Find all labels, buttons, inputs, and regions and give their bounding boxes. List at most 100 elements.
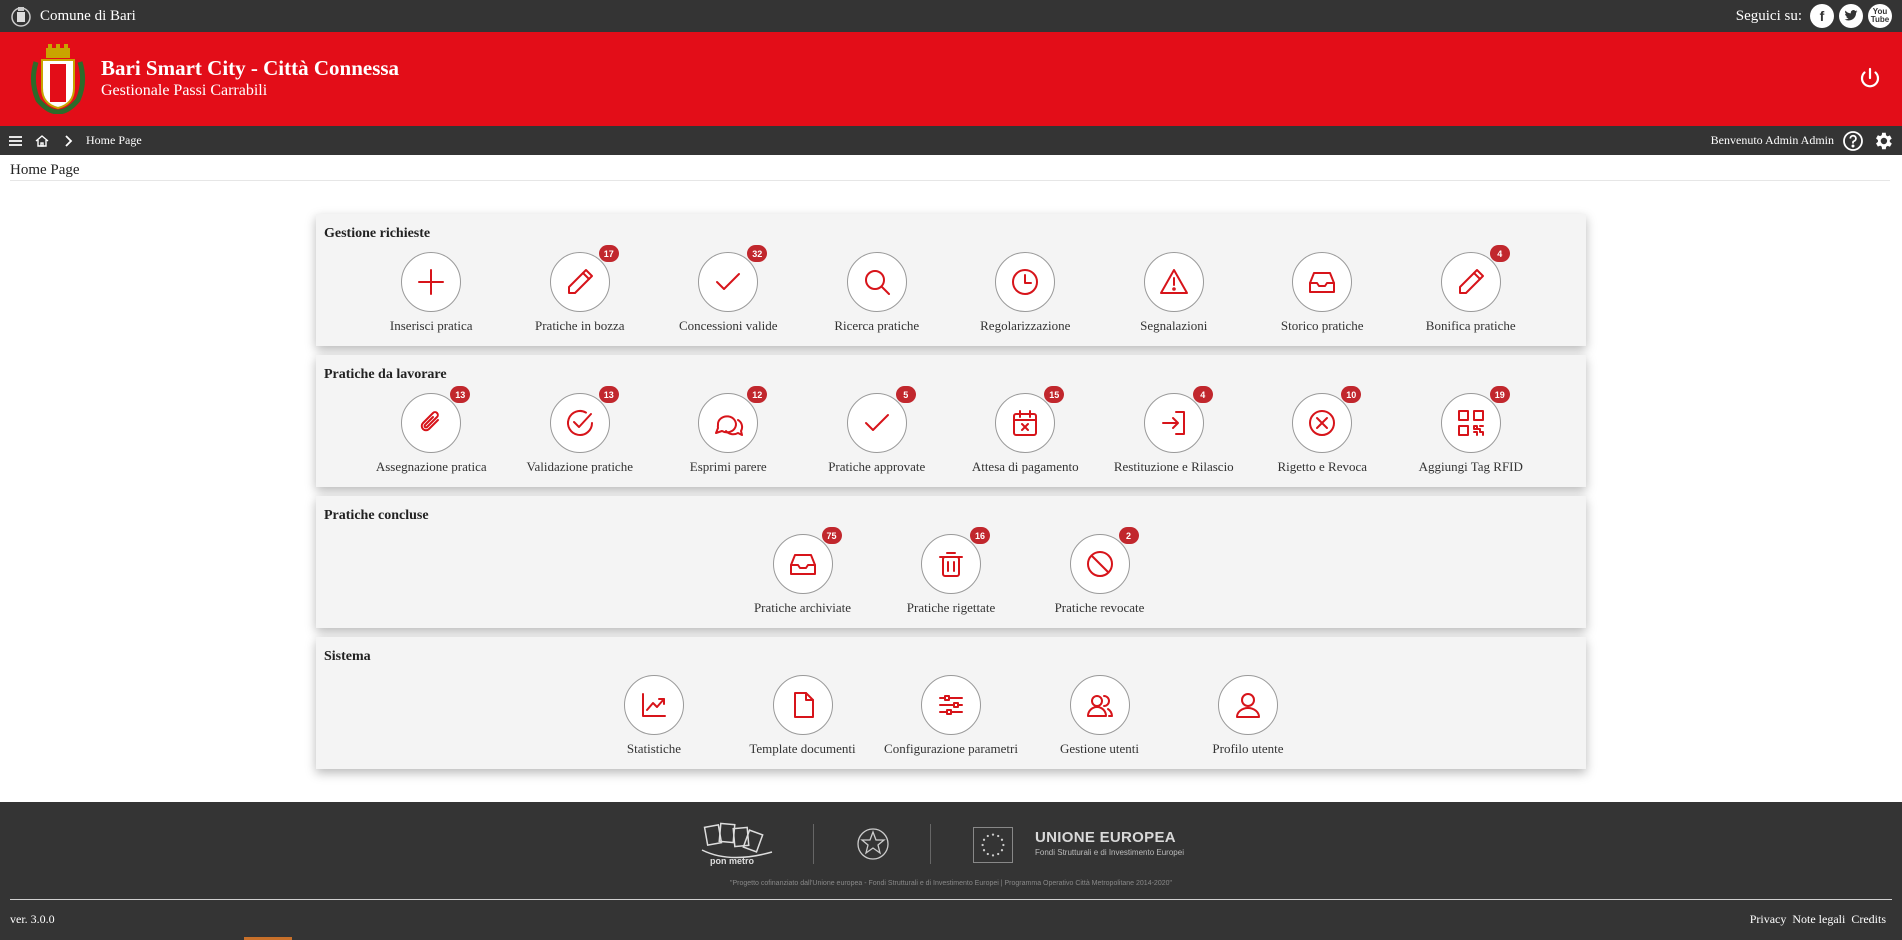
plus-icon <box>418 269 445 295</box>
tile-gestione-utenti[interactable]: Gestione utenti <box>1025 675 1174 757</box>
count-badge: 13 <box>450 386 471 403</box>
tile-button[interactable] <box>1218 675 1278 735</box>
app-title: Bari Smart City - Città Connessa <box>101 56 400 80</box>
tile-regolarizzazione[interactable]: Regolarizzazione <box>951 252 1100 334</box>
tile-button[interactable]: 75 <box>772 527 842 594</box>
breadcrumb-current[interactable]: Home Page <box>86 133 142 148</box>
tile-pratiche-in-bozza[interactable]: 17 Pratiche in bozza <box>506 245 655 334</box>
count-badge: 75 <box>821 527 842 544</box>
count-badge: 13 <box>598 386 619 403</box>
search-icon <box>864 270 890 295</box>
tile-profilo-utente[interactable]: Profilo utente <box>1174 675 1323 757</box>
tile-validazione-pratiche[interactable]: 13 Validazione pratiche <box>506 386 655 475</box>
tile-button[interactable]: 16 <box>921 527 990 594</box>
tile-button[interactable] <box>772 675 833 735</box>
tile-button[interactable]: 10 <box>1292 386 1362 453</box>
clock-icon <box>1012 269 1039 295</box>
tile-button[interactable]: 5 <box>846 386 916 453</box>
tile-attesa-di-pagamento[interactable]: 15 Attesa di pagamento <box>951 386 1100 475</box>
tile-label: Ricerca pratiche <box>834 318 920 333</box>
tile-bonifica-pratiche[interactable]: 4 Bonifica pratiche <box>1397 245 1546 334</box>
chat-icon <box>715 415 744 436</box>
count-badge: 17 <box>598 245 619 262</box>
tile-label: Pratiche revocate <box>1054 600 1145 615</box>
eu-subtitle: Fondi Strutturali e di Investimento Euro… <box>1035 848 1184 857</box>
tile-button[interactable]: 4 <box>1440 245 1510 312</box>
tile-button[interactable]: 13 <box>549 386 619 453</box>
menu-icon[interactable] <box>8 133 24 149</box>
tile-button[interactable] <box>401 252 462 312</box>
tile-esprimi-parere[interactable]: 12 Esprimi parere <box>654 386 803 475</box>
inbox-icon <box>1309 272 1336 293</box>
page-title: Home Page <box>10 162 80 178</box>
city-crest-icon <box>11 7 31 27</box>
tile-storico-pratiche[interactable]: Storico pratiche <box>1248 252 1397 334</box>
section-sistema: Sistema Statistiche Template documenti Con… <box>316 637 1586 769</box>
italian-republic-emblem[interactable] <box>855 826 891 862</box>
tile-button[interactable] <box>1143 252 1204 312</box>
tile-rigetto-e-revoca[interactable]: 10 Rigetto e Revoca <box>1248 386 1397 475</box>
eu-flag-icon[interactable] <box>973 827 1013 863</box>
count-badge: 10 <box>1341 386 1362 403</box>
count-badge: 4 <box>1489 245 1510 262</box>
tile-label: Validazione pratiche <box>526 459 633 474</box>
tile-button[interactable] <box>1292 252 1353 312</box>
tile-button[interactable]: 17 <box>549 245 619 312</box>
tile-button[interactable]: 19 <box>1440 386 1510 453</box>
tile-segnalazioni[interactable]: Segnalazioni <box>1100 252 1249 334</box>
home-icon[interactable] <box>34 133 50 149</box>
tile-label: Gestione utenti <box>1059 741 1140 756</box>
tile-button[interactable]: 32 <box>698 245 768 312</box>
tile-concessioni-valide[interactable]: 32 Concessioni valide <box>654 245 803 334</box>
municipality-brand[interactable]: Comune di Bari <box>10 4 136 28</box>
tile-pratiche-approvate[interactable]: 5 Pratiche approvate <box>803 386 952 475</box>
users-icon <box>1086 695 1113 717</box>
tile-pratiche-revocate[interactable]: 2 Pratiche revocate <box>1025 527 1174 616</box>
count-badge: 32 <box>747 245 768 262</box>
tile-restituzione-e-rilascio[interactable]: 4 Restituzione e Rilascio <box>1100 386 1249 475</box>
gear-icon[interactable] <box>1872 130 1894 152</box>
tile-button[interactable]: 4 <box>1143 386 1213 453</box>
privacy-link[interactable]: Privacy <box>1750 912 1787 927</box>
tile-label: Segnalazioni <box>1140 318 1208 333</box>
chart-icon <box>642 693 666 717</box>
tile-label: Pratiche approvate <box>828 459 926 474</box>
legal-notes-link[interactable]: Note legali <box>1792 912 1845 927</box>
app-header: Bari Smart City - Città Connessa Gestion… <box>0 32 1902 126</box>
tile-pratiche-archiviate[interactable]: 75 Pratiche archiviate <box>728 527 877 616</box>
twitter-icon[interactable] <box>1839 4 1863 28</box>
tile-button[interactable] <box>624 675 684 735</box>
help-icon[interactable] <box>1842 130 1864 152</box>
tile-row: Statistiche Template documenti Configurazi… <box>316 675 1586 757</box>
tile-inserisci-pratica[interactable]: Inserisci pratica <box>357 252 506 334</box>
section-title: Sistema <box>324 649 371 664</box>
power-icon[interactable] <box>1858 66 1882 90</box>
tile-button[interactable] <box>846 252 907 312</box>
tile-pratiche-rigettate[interactable]: 16 Pratiche rigettate <box>877 527 1026 616</box>
tile-label: Attesa di pagamento <box>971 459 1079 474</box>
credits-link[interactable]: Credits <box>1851 912 1886 927</box>
check-icon <box>864 414 889 431</box>
tile-button[interactable] <box>995 252 1056 312</box>
bari-crest-logo[interactable] <box>28 42 88 114</box>
tile-label: Pratiche in bozza <box>534 318 625 333</box>
tile-button[interactable]: 13 <box>401 386 471 453</box>
check-circle-icon <box>566 410 593 436</box>
tile-button[interactable]: 12 <box>698 386 768 453</box>
pon-metro-logo[interactable]: pon metro <box>700 820 776 870</box>
tile-statistiche[interactable]: Statistiche <box>580 675 729 757</box>
tile-button[interactable]: 15 <box>995 386 1065 453</box>
tile-button[interactable]: 2 <box>1069 527 1139 594</box>
sliders-icon <box>939 695 963 715</box>
youtube-icon[interactable]: You Tube <box>1868 4 1892 28</box>
tile-assegnazione-pratica[interactable]: 13 Assegnazione pratica <box>357 386 506 475</box>
count-badge: 15 <box>1044 386 1065 403</box>
tile-button[interactable] <box>921 675 981 735</box>
tile-button[interactable] <box>1069 675 1130 735</box>
tile-template-documenti[interactable]: Template documenti <box>728 675 877 757</box>
tile-ricerca-pratiche[interactable]: Ricerca pratiche <box>803 252 952 334</box>
facebook-icon[interactable]: f <box>1810 4 1834 28</box>
tile-configurazione-parametri[interactable]: Configurazione parametri <box>877 675 1026 757</box>
tile-aggiungi-tag-rfid[interactable]: 19 Aggiungi Tag RFID <box>1397 386 1546 475</box>
tile-label: Pratiche archiviate <box>753 600 852 615</box>
